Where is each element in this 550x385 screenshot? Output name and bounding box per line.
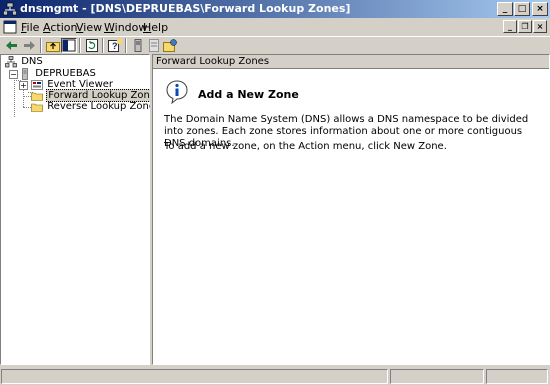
tree-item-dns[interactable]: DNS <box>5 56 44 68</box>
console-tree[interactable]: DNS − DEPRUEBAS + Event Viewer Forward L… <box>0 54 164 365</box>
new-zone-icon[interactable] <box>162 38 178 53</box>
instruction-text: To add a new zone, on the Action menu, c… <box>164 141 447 152</box>
mdi-close-button[interactable]: × <box>533 20 547 33</box>
content-title: Add a New Zone <box>198 88 299 101</box>
forward-icon[interactable] <box>21 38 37 53</box>
up-folder-icon[interactable] <box>45 38 61 53</box>
tree-label: Reverse Lookup Zones <box>47 101 161 112</box>
server-icon[interactable] <box>130 38 146 53</box>
toolbar: ? <box>0 36 550 53</box>
info-icon <box>166 80 188 104</box>
menu-action[interactable]: Action <box>43 21 77 34</box>
menu-view[interactable]: View <box>76 21 102 34</box>
menu-file[interactable]: File <box>21 21 39 34</box>
details-header: Forward Lookup Zones <box>153 55 549 69</box>
toolbar-separator <box>40 38 42 53</box>
server-icon <box>22 68 28 80</box>
toolbar-separator <box>79 38 81 53</box>
list-icon[interactable] <box>146 38 162 53</box>
tree-collapse-toggle[interactable]: − <box>9 70 18 79</box>
menu-help[interactable]: Help <box>143 21 168 34</box>
title-bar[interactable]: dnsmgmt - [DNS\DEPRUEBAS\Forward Lookup … <box>0 0 550 18</box>
close-button[interactable]: × <box>532 2 548 16</box>
show-hide-tree-button[interactable] <box>61 38 77 53</box>
menu-window[interactable]: Window <box>104 21 147 34</box>
details-pane: Forward Lookup Zones Add a New Zone The … <box>152 54 550 365</box>
status-panel <box>1 369 388 384</box>
mdi-restore-button[interactable]: ❐ <box>518 20 532 33</box>
svg-text:?: ? <box>112 41 118 51</box>
folder-icon <box>31 103 43 112</box>
refresh-icon[interactable] <box>84 38 100 53</box>
dns-app-icon <box>3 2 17 16</box>
status-panel <box>486 369 548 384</box>
tree-expand-toggle[interactable]: + <box>19 81 28 90</box>
status-bar <box>0 366 550 385</box>
toolbar-separator <box>125 38 127 53</box>
toolbar-separator <box>102 38 104 53</box>
minimize-button[interactable]: _ <box>497 2 513 16</box>
maximize-button[interactable]: □ <box>514 2 530 16</box>
mdi-minimize-button[interactable]: _ <box>503 20 517 33</box>
help-icon[interactable]: ? <box>107 38 123 53</box>
back-icon[interactable] <box>4 38 20 53</box>
child-window-icon[interactable] <box>3 20 17 34</box>
tree-label: DEPRUEBAS <box>35 68 96 79</box>
window-title: dnsmgmt - [DNS\DEPRUEBAS\Forward Lookup … <box>20 2 351 15</box>
status-panel <box>390 369 484 384</box>
menu-bar: File Action View Window Help _ ❐ × <box>0 18 550 36</box>
tree-label: DNS <box>21 56 43 67</box>
show-hide-tree-icon <box>62 39 76 52</box>
tree-item-reverse-lookup-zones[interactable]: Reverse Lookup Zones <box>31 101 161 113</box>
dns-icon <box>5 56 17 68</box>
